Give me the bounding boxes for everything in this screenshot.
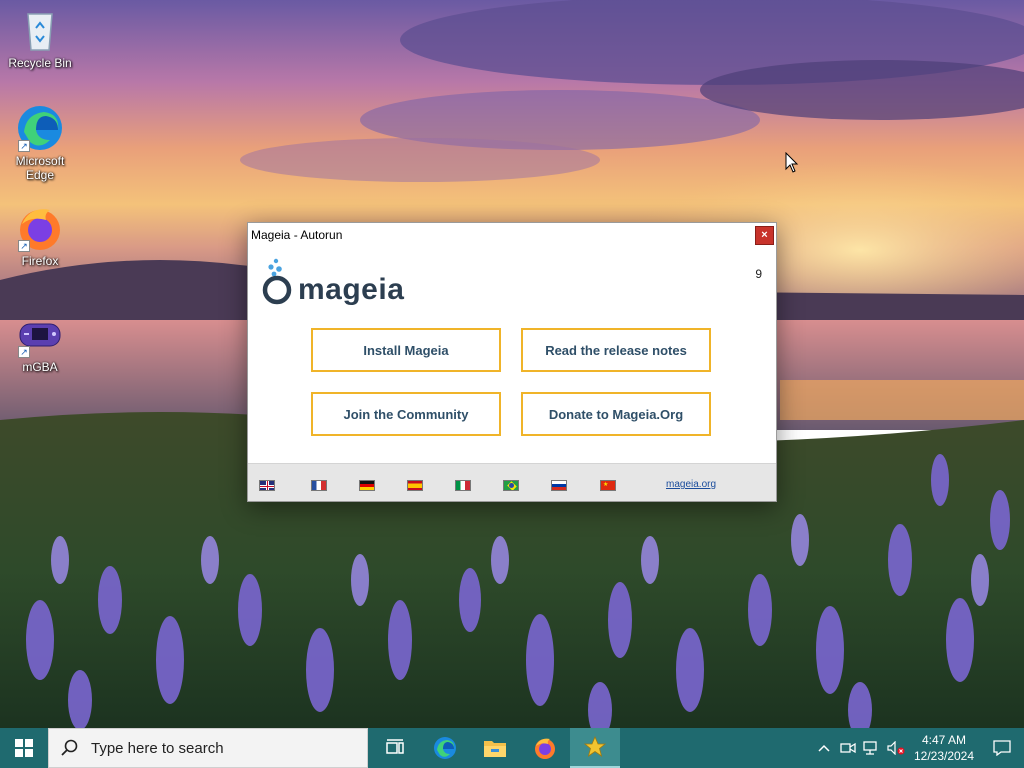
desktop-icon-edge[interactable]: ↗ Microsoft Edge — [2, 104, 78, 182]
meet-now-icon — [840, 742, 856, 754]
shortcut-arrow-icon: ↗ — [18, 346, 30, 358]
window-title: Mageia - Autorun — [251, 228, 343, 242]
flag-spain-icon[interactable] — [407, 480, 423, 491]
mouse-cursor-icon — [785, 151, 799, 179]
version-label: 9 — [755, 267, 762, 281]
desktop-icon-label: Recycle Bin — [8, 56, 72, 70]
firefox-icon: ↗ — [16, 204, 64, 252]
volume-muted-icon — [887, 741, 905, 755]
window-titlebar[interactable]: Mageia - Autorun × — [248, 223, 776, 247]
flag-france-icon[interactable] — [311, 480, 327, 491]
firefox-icon — [535, 738, 555, 759]
clock-date: 12/23/2024 — [913, 749, 975, 763]
tray-network-button[interactable] — [860, 728, 884, 768]
mageia-autorun-window: Mageia - Autorun × mageia 9 Install Mage… — [247, 222, 777, 502]
shortcut-arrow-icon: ↗ — [18, 240, 30, 252]
mgba-icon: ↗ — [16, 310, 64, 358]
desktop-icon-recycle-bin[interactable]: Recycle Bin — [2, 6, 78, 70]
flag-uk-icon[interactable] — [259, 480, 275, 491]
flag-germany-icon[interactable] — [359, 480, 375, 491]
task-view-button[interactable] — [370, 728, 420, 768]
desktop-icon-label: Firefox — [21, 254, 59, 268]
show-hidden-icons-button[interactable] — [812, 728, 836, 768]
notification-center-button[interactable] — [980, 728, 1024, 768]
tray-meet-now-button[interactable] — [836, 728, 860, 768]
desktop-icon-label: mGBA — [22, 360, 58, 374]
taskbar-search-box[interactable]: Type here to search — [48, 728, 368, 768]
desktop-icon-firefox[interactable]: ↗ Firefox — [2, 204, 78, 268]
taskbar-firefox-button[interactable] — [520, 728, 570, 768]
mageia-autorun-icon — [584, 736, 606, 757]
taskbar-mageia-autorun-button[interactable] — [570, 728, 620, 768]
desktop-icon-mgba[interactable]: ↗ mGBA — [2, 310, 78, 374]
close-button[interactable]: × — [755, 225, 774, 245]
search-icon — [61, 739, 78, 756]
mageia-org-link[interactable]: mageia.org — [666, 479, 716, 490]
recycle-bin-icon — [16, 6, 64, 54]
shortcut-arrow-icon: ↗ — [18, 140, 30, 152]
join-community-button[interactable]: Join the Community — [311, 392, 501, 436]
network-icon — [863, 741, 877, 755]
task-view-icon — [386, 739, 404, 754]
flag-china-icon[interactable]: ★ — [600, 480, 616, 491]
window-body: mageia 9 Install Mageia Read the release… — [248, 247, 776, 463]
language-footer: ★ mageia.org — [248, 463, 776, 501]
taskbar: Type here to search 4:47 AM 12/23/2024 — [0, 728, 1024, 768]
taskbar-clock[interactable]: 4:47 AM 12/23/2024 — [908, 732, 980, 764]
file-explorer-icon — [484, 741, 506, 757]
taskbar-edge-button[interactable] — [420, 728, 470, 768]
edge-icon: ↗ — [16, 104, 64, 152]
taskbar-file-explorer-button[interactable] — [470, 728, 520, 768]
install-mageia-button[interactable]: Install Mageia — [311, 328, 501, 372]
chevron-up-icon — [818, 744, 830, 752]
edge-icon — [434, 737, 456, 759]
desktop-icon-label: Microsoft Edge — [15, 154, 65, 182]
logo-wordmark: mageia — [298, 273, 405, 306]
mageia-logo: mageia — [260, 257, 404, 305]
flag-brazil-icon[interactable] — [503, 480, 519, 491]
release-notes-button[interactable]: Read the release notes — [521, 328, 711, 372]
windows-logo-icon — [15, 739, 33, 757]
search-placeholder: Type here to search — [91, 739, 224, 757]
mageia-cauldron-icon — [262, 258, 292, 305]
tray-volume-button[interactable] — [884, 728, 908, 768]
notification-icon — [993, 740, 1011, 756]
clock-time: 4:47 AM — [921, 733, 967, 747]
donate-button[interactable]: Donate to Mageia.Org — [521, 392, 711, 436]
flag-russia-icon[interactable] — [551, 480, 567, 491]
start-button[interactable] — [0, 728, 48, 768]
system-tray: 4:47 AM 12/23/2024 — [812, 728, 1024, 768]
flag-italy-icon[interactable] — [455, 480, 471, 491]
